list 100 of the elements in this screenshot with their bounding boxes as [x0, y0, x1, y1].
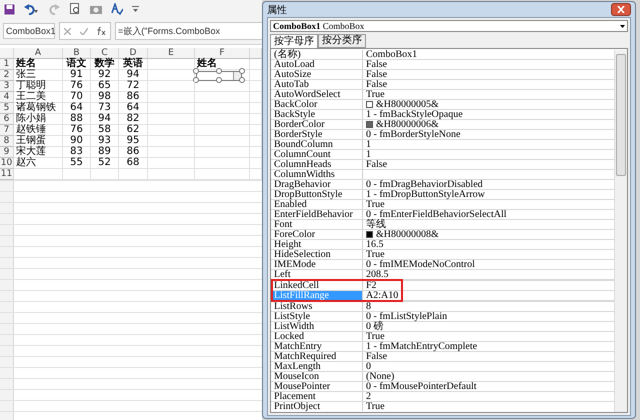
property-row[interactable]: ColumnWidths — [271, 170, 614, 179]
property-name[interactable]: Left — [271, 270, 363, 279]
property-value[interactable]: 8 — [366, 302, 371, 311]
empty-cell[interactable] — [195, 147, 250, 158]
property-value[interactable]: 0 - fmMousePointerDefault — [366, 382, 477, 391]
property-value[interactable]: &H80000005& — [376, 100, 439, 109]
column-header[interactable]: D — [119, 48, 148, 59]
redo-icon[interactable] — [47, 4, 61, 14]
property-value[interactable]: False — [366, 70, 388, 79]
property-value[interactable]: 0 - fmIMEModeNoControl — [366, 260, 475, 269]
property-row[interactable]: BackStyle 1 - fmBackStyleOpaque — [271, 110, 614, 119]
property-value[interactable]: False — [366, 80, 388, 89]
property-name[interactable]: ColumnWidths — [271, 170, 363, 179]
property-row[interactable]: ListWidth 0 磅 — [271, 322, 614, 331]
property-value[interactable]: True — [366, 332, 385, 341]
property-name[interactable]: MousePointer — [271, 382, 363, 391]
property-name[interactable]: Height — [271, 240, 363, 249]
property-row[interactable]: AutoTab False — [271, 80, 614, 89]
property-value[interactable]: True — [366, 200, 385, 209]
property-name[interactable]: Font — [271, 220, 363, 229]
property-row[interactable]: Left 208.5 — [271, 270, 614, 279]
property-name[interactable]: LinkedCell — [271, 281, 363, 290]
property-value[interactable]: 1 — [366, 150, 371, 159]
property-name[interactable]: BackColor — [271, 100, 363, 109]
resize-handle[interactable] — [216, 68, 222, 74]
property-name[interactable]: PrintObject — [271, 402, 363, 411]
property-row[interactable]: Height 16.5 — [271, 240, 614, 249]
cancel-icon[interactable] — [64, 28, 72, 34]
property-value[interactable]: 1 - fmBackStyleOpaque — [366, 110, 463, 119]
close-button[interactable] — [611, 3, 631, 16]
property-value[interactable]: A2:A10 — [366, 291, 398, 300]
property-value[interactable]: F2 — [366, 281, 377, 290]
empty-cell[interactable] — [148, 136, 195, 147]
insert-function-icon[interactable] — [96, 27, 106, 35]
property-row[interactable]: EnterFieldBehavior 0 - fmEnterFieldBehaviorSelectAll — [271, 210, 614, 219]
row-header[interactable]: 8 — [0, 136, 14, 147]
row-header[interactable]: 11 — [0, 169, 14, 180]
property-name[interactable]: AutoSize — [271, 70, 363, 79]
property-name[interactable]: DropButtonStyle — [271, 190, 363, 199]
property-name[interactable]: MaxLength — [271, 362, 363, 371]
name-box[interactable]: ComboBox1 — [3, 23, 55, 39]
property-name[interactable]: Locked — [271, 332, 363, 341]
property-value[interactable]: 1 - fmMatchEntryComplete — [366, 342, 478, 351]
property-row[interactable]: ColumnCount 1 — [271, 150, 614, 159]
property-name[interactable]: BorderStyle — [271, 130, 363, 139]
column-header[interactable]: E — [148, 48, 195, 59]
property-row[interactable]: ListRows 8 — [271, 302, 614, 311]
property-name[interactable]: ListWidth — [271, 322, 363, 331]
empty-cell[interactable] — [148, 147, 195, 158]
empty-cell[interactable] — [195, 92, 250, 103]
empty-cell[interactable] — [195, 158, 250, 169]
property-row[interactable]: AutoLoad False — [271, 60, 614, 69]
empty-grid[interactable] — [0, 180, 262, 420]
property-row[interactable]: Font 等线 — [271, 220, 614, 229]
property-name[interactable]: ColumnCount — [271, 150, 363, 159]
column-header[interactable] — [250, 48, 262, 59]
property-value[interactable]: False — [366, 60, 388, 69]
empty-cell[interactable] — [148, 103, 195, 114]
empty-cell[interactable] — [195, 125, 250, 136]
property-name[interactable]: Placement — [271, 392, 363, 401]
property-value[interactable]: &H80000008& — [376, 230, 439, 239]
property-row[interactable]: ColumnHeads False — [271, 160, 614, 169]
enter-icon[interactable] — [80, 28, 88, 34]
row-header[interactable]: 2 — [0, 70, 14, 81]
row-header[interactable]: 7 — [0, 125, 14, 136]
save-icon[interactable] — [4, 4, 15, 14]
empty-cell[interactable] — [148, 92, 195, 103]
property-value[interactable]: True — [366, 402, 385, 411]
property-name[interactable]: DragBehavior — [271, 180, 363, 189]
property-row[interactable]: AutoWordSelect True — [271, 90, 614, 99]
property-name[interactable]: BackStyle — [271, 110, 363, 119]
property-row[interactable]: MatchRequired False — [271, 352, 614, 361]
row-header[interactable]: 6 — [0, 114, 14, 125]
property-name[interactable]: MatchEntry — [271, 342, 363, 351]
property-value[interactable]: 0 - fmListStylePlain — [366, 312, 448, 321]
property-name[interactable]: ListRows — [271, 302, 363, 311]
property-row[interactable]: PrintObject True — [271, 402, 614, 411]
property-value[interactable]: &H80000006& — [376, 120, 439, 129]
property-value[interactable]: 0 — [366, 362, 371, 371]
property-value[interactable]: True — [366, 90, 385, 99]
column-header[interactable]: B — [63, 48, 91, 59]
undo-icon[interactable] — [24, 4, 38, 14]
property-value[interactable]: True — [366, 250, 385, 259]
row-header[interactable]: 9 — [0, 147, 14, 158]
resize-handle[interactable] — [193, 68, 199, 74]
formula-bar[interactable]: =嵌入("Forms.ComboBox — [115, 22, 262, 40]
property-name[interactable]: AutoTab — [271, 80, 363, 89]
spelling-icon[interactable] — [111, 3, 123, 15]
property-value[interactable]: 1 — [366, 140, 371, 149]
property-value[interactable]: False — [366, 160, 388, 169]
property-row[interactable]: (名称) ComboBox1 — [271, 50, 614, 59]
resize-handle[interactable] — [239, 68, 245, 74]
property-row[interactable]: BorderStyle 0 - fmBorderStyleNone — [271, 130, 614, 139]
property-value[interactable]: 2 — [366, 392, 371, 401]
empty-cell[interactable] — [195, 81, 250, 92]
property-value[interactable]: 0 磅 — [366, 322, 384, 331]
camera-icon[interactable] — [90, 4, 102, 14]
property-row[interactable]: BackColor &H80000005& — [271, 100, 614, 109]
property-name[interactable]: EnterFieldBehavior — [271, 210, 363, 219]
property-name[interactable]: AutoLoad — [271, 60, 363, 69]
